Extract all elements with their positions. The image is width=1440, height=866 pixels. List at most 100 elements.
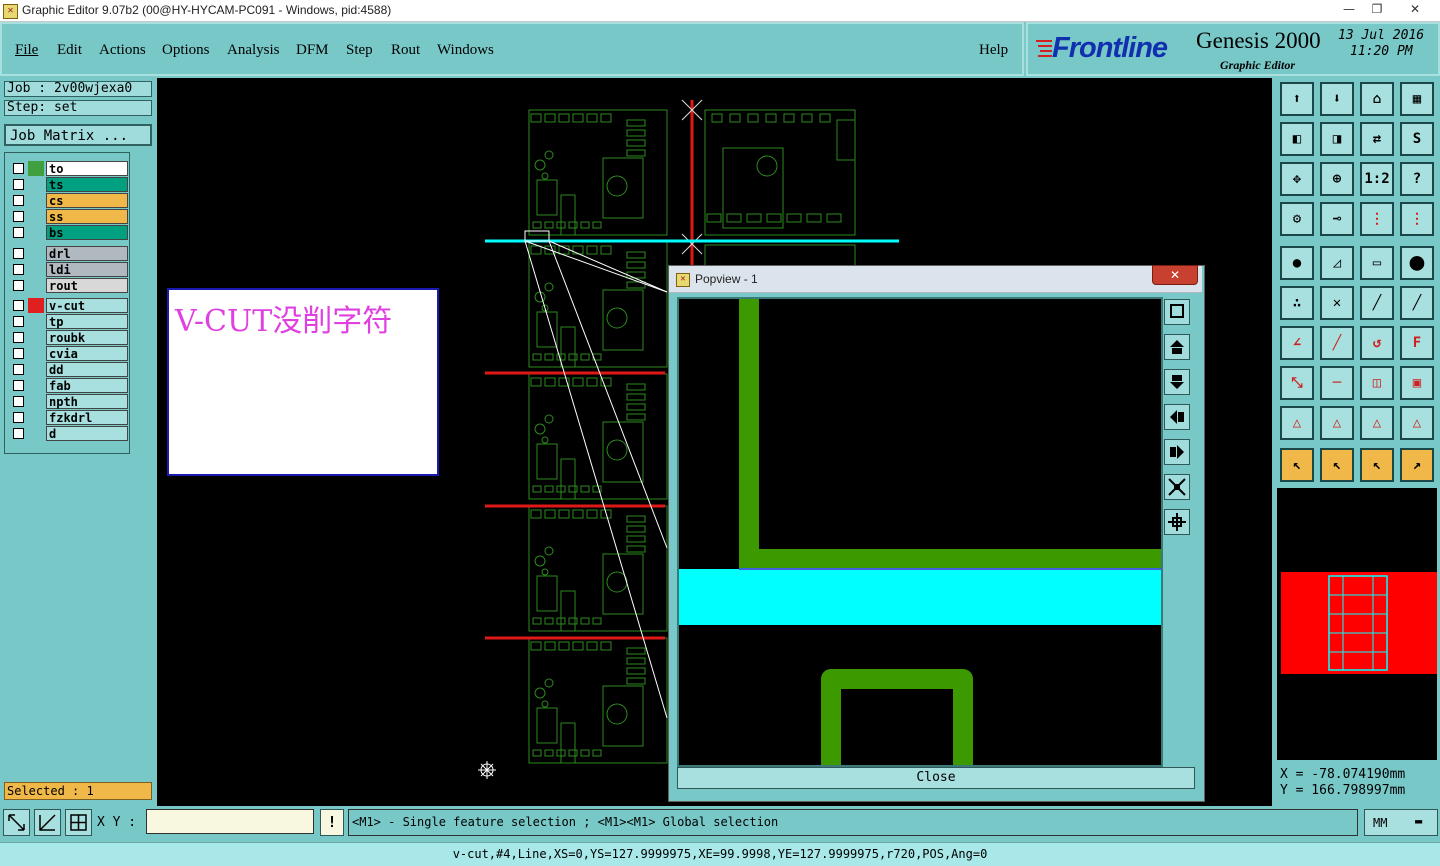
pan-left-icon[interactable]: ◧	[1280, 122, 1314, 156]
home-view-icon[interactable]: ⌂	[1360, 82, 1394, 116]
layers-red-icon[interactable]: ⋮	[1360, 202, 1394, 236]
layer-checkbox[interactable]	[13, 332, 24, 343]
units-dropdown[interactable]: MM ▬	[1364, 809, 1438, 836]
popview-zoom-out-button[interactable]	[1164, 474, 1190, 500]
layer-name[interactable]: ss	[46, 209, 128, 224]
ratio-icon[interactable]: 1:2	[1360, 162, 1394, 196]
zoom-fit-icon[interactable]: ✥	[1280, 162, 1314, 196]
layer-row-v-cut[interactable]: v-cut	[11, 298, 129, 313]
layer-checkbox[interactable]	[13, 364, 24, 375]
popview-zoom-in-button[interactable]	[1164, 509, 1190, 535]
layer-checkbox[interactable]	[13, 380, 24, 391]
window-split-icon[interactable]: ▦	[1400, 82, 1434, 116]
layer-color-swatch[interactable]	[28, 193, 44, 208]
layer-row-ldi[interactable]: ldi	[11, 262, 129, 277]
edit-shape-icon[interactable]: ◿	[1320, 246, 1354, 280]
layer-row-npth[interactable]: npth	[11, 394, 129, 409]
layer-color-swatch[interactable]	[28, 330, 44, 345]
line-2-icon[interactable]: ╱	[1400, 286, 1434, 320]
layer-name[interactable]: roubk	[46, 330, 128, 345]
layer-row-fab[interactable]: fab	[11, 378, 129, 393]
layer-name[interactable]: v-cut	[46, 298, 128, 313]
menu-file[interactable]: File	[15, 42, 38, 59]
popview-pan-down-button[interactable]	[1164, 369, 1190, 395]
popview-close-button[interactable]: Close	[677, 767, 1195, 789]
job-matrix-button[interactable]: Job Matrix ...	[4, 124, 152, 146]
layer-checkbox[interactable]	[13, 179, 24, 190]
layer-color-swatch[interactable]	[28, 314, 44, 329]
xy-input[interactable]	[146, 809, 314, 834]
layer-name[interactable]: fab	[46, 378, 128, 393]
layer-name[interactable]: to	[46, 161, 128, 176]
layer-name[interactable]: fzkdrl	[46, 410, 128, 425]
layer-row-roubk[interactable]: roubk	[11, 330, 129, 345]
layer-checkbox[interactable]	[13, 163, 24, 174]
cross-icon[interactable]: ✕	[1320, 286, 1354, 320]
popview-pan-up-button[interactable]	[1164, 334, 1190, 360]
layer-row-to[interactable]: to	[11, 161, 129, 176]
layer-name[interactable]: ts	[46, 177, 128, 192]
overview-map[interactable]	[1277, 488, 1437, 760]
layer-row-cvia[interactable]: cvia	[11, 346, 129, 361]
layer-row-tp[interactable]: tp	[11, 314, 129, 329]
layer-name[interactable]: dd	[46, 362, 128, 377]
layer-row-ts[interactable]: ts	[11, 177, 129, 192]
layer-name[interactable]: d	[46, 426, 128, 441]
layer-checkbox[interactable]	[13, 227, 24, 238]
close-window-button[interactable]: ✕	[1400, 0, 1430, 18]
layer-row-d[interactable]: d	[11, 426, 129, 441]
layer-name[interactable]: cvia	[46, 346, 128, 361]
menu-edit[interactable]: Edit	[57, 42, 82, 59]
zoom-center-icon[interactable]: ⊕	[1320, 162, 1354, 196]
layer-color-swatch[interactable]	[28, 262, 44, 277]
layer-checkbox[interactable]	[13, 396, 24, 407]
menu-options[interactable]: Options	[162, 42, 210, 59]
dot-icon[interactable]: ⬤	[1400, 246, 1434, 280]
menu-dfm[interactable]: DFM	[296, 42, 329, 59]
layer-color-swatch[interactable]	[28, 394, 44, 409]
pan-right-icon[interactable]: ◨	[1320, 122, 1354, 156]
group-icon[interactable]: ▣	[1400, 366, 1434, 400]
layer-name[interactable]: ldi	[46, 262, 128, 277]
snake-icon[interactable]: S	[1400, 122, 1434, 156]
layer-name[interactable]: npth	[46, 394, 128, 409]
layer-row-rout[interactable]: rout	[11, 278, 129, 293]
help-icon[interactable]: ?	[1400, 162, 1434, 196]
layer-row-cs[interactable]: cs	[11, 193, 129, 208]
layer-checkbox[interactable]	[13, 412, 24, 423]
layer-color-swatch[interactable]	[28, 298, 44, 313]
ruler-icon[interactable]: ▭	[1360, 246, 1394, 280]
select-circle-icon[interactable]: ↖	[1360, 448, 1394, 482]
draw-line-icon[interactable]: ╱	[1320, 326, 1354, 360]
layer-name[interactable]: rout	[46, 278, 128, 293]
menu-analysis[interactable]: Analysis	[227, 42, 280, 59]
zoom-page-icon[interactable]: ⬆	[1280, 82, 1314, 116]
select-box-icon[interactable]: ↖	[1320, 448, 1354, 482]
layer-name[interactable]: tp	[46, 314, 128, 329]
resize-icon[interactable]: ⤡	[1280, 366, 1314, 400]
pan-down-icon[interactable]: ⬇	[1320, 82, 1354, 116]
restore-button[interactable]: ❐	[1362, 0, 1392, 18]
layer-row-ss[interactable]: ss	[11, 209, 129, 224]
layer-row-drl[interactable]: drl	[11, 246, 129, 261]
select-chain-icon[interactable]: ↗	[1400, 448, 1434, 482]
layer-row-dd[interactable]: dd	[11, 362, 129, 377]
minimize-button[interactable]: —	[1334, 0, 1364, 18]
popview-pan-right-button[interactable]	[1164, 439, 1190, 465]
line-icon[interactable]: ╱	[1360, 286, 1394, 320]
layer-color-swatch[interactable]	[28, 246, 44, 261]
layer-checkbox[interactable]	[13, 348, 24, 359]
arc-icon[interactable]: ↺	[1360, 326, 1394, 360]
triangle-2-icon[interactable]: △	[1320, 406, 1354, 440]
popview-canvas[interactable]	[677, 297, 1163, 767]
layer-checkbox[interactable]	[13, 264, 24, 275]
layer-checkbox[interactable]	[13, 428, 24, 439]
menu-rout[interactable]: Rout	[391, 42, 420, 59]
layer-checkbox[interactable]	[13, 195, 24, 206]
popview-pan-left-button[interactable]	[1164, 404, 1190, 430]
popview-close-icon[interactable]: ✕	[1152, 265, 1198, 285]
popview-zoom-home-button[interactable]	[1164, 299, 1190, 325]
layer-row-fzkdrl[interactable]: fzkdrl	[11, 410, 129, 425]
measure-icon[interactable]	[34, 809, 61, 836]
layer-name[interactable]: cs	[46, 193, 128, 208]
